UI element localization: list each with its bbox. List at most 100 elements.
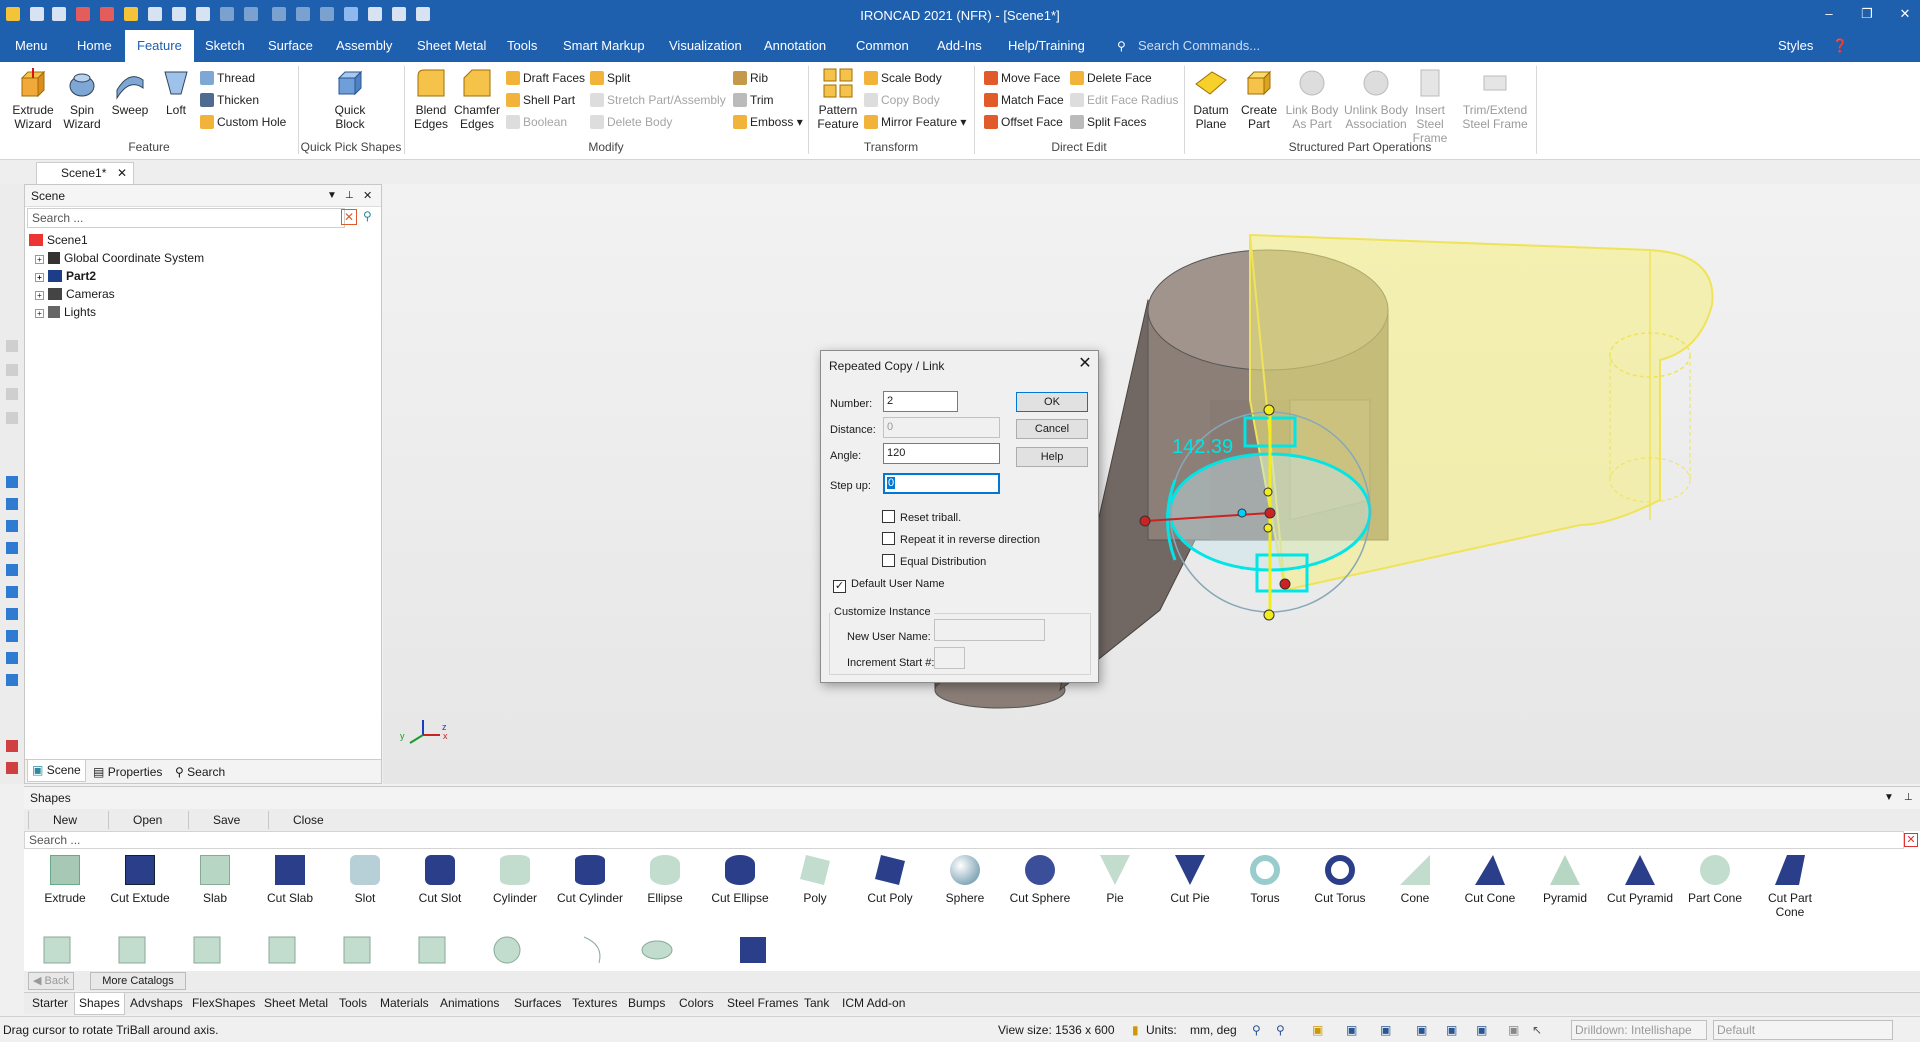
clear-search-icon[interactable]: ✕ (1904, 833, 1918, 847)
clear-search-icon[interactable]: ✕ (341, 209, 357, 225)
units-value[interactable]: mm, deg (1190, 1023, 1237, 1037)
tab-smart-markup[interactable]: Smart Markup (561, 30, 647, 62)
trim-button[interactable]: Trim (733, 91, 774, 109)
tab-help-training[interactable]: Help/Training (1006, 30, 1087, 62)
default-user-name-checkbox[interactable]: ✓ Default User Name (833, 577, 945, 593)
close-tab-icon[interactable]: ✕ (117, 163, 127, 183)
create-part-button[interactable]: Create Part (1236, 66, 1282, 131)
shape-cut-torus[interactable]: Cut Torus (1302, 855, 1378, 905)
loft-button[interactable]: Loft (154, 66, 198, 117)
cube-icon[interactable]: ▣ (1476, 1023, 1487, 1037)
emboss-button[interactable]: Emboss ▾ (733, 113, 803, 131)
number-field[interactable]: 2 (883, 391, 958, 412)
catalog-tab-textures[interactable]: Textures (572, 996, 617, 1010)
catalog-tab-tools[interactable]: Tools (339, 996, 367, 1010)
new-catalog-button[interactable]: New (28, 811, 92, 829)
angle-field[interactable]: 120 (883, 443, 1000, 464)
scale-body-button[interactable]: Scale Body (864, 69, 942, 87)
more-catalogs-button[interactable]: More Catalogs (90, 972, 186, 990)
catalog-tab-steel-frames[interactable]: Steel Frames (727, 996, 798, 1010)
close-catalog-button[interactable]: Close (268, 811, 332, 829)
default-select[interactable]: Default (1713, 1020, 1893, 1040)
catalog-tab-tank[interactable]: Tank (804, 996, 829, 1010)
close-icon[interactable]: ✕ (363, 185, 372, 207)
shape-cut-ellipse[interactable]: Cut Ellipse (702, 855, 778, 905)
tree-root-scene[interactable]: Scene1 (29, 231, 88, 249)
expand-icon[interactable]: + (35, 309, 44, 318)
zoom-icon[interactable]: ⚲ (1252, 1023, 1261, 1037)
shape-cut-extude[interactable]: Cut Extude (102, 855, 178, 905)
rib-button[interactable]: Rib (733, 69, 768, 87)
tool-icon[interactable]: ▣ (1508, 1023, 1519, 1037)
distance-field[interactable]: 0 (883, 417, 1000, 438)
dropdown-icon[interactable]: ▼ (327, 185, 337, 207)
shape-ellipse[interactable]: Ellipse (627, 855, 703, 905)
tab-properties[interactable]: ▤ Properties (93, 763, 162, 781)
shape-slab[interactable]: Slab (177, 855, 253, 905)
mirror-feature-button[interactable]: Mirror Feature ▾ (864, 113, 966, 131)
tab-tools[interactable]: Tools (505, 30, 539, 62)
scene-search-input[interactable]: Search ... (27, 208, 345, 228)
tab-search[interactable]: ⚲ Search (175, 763, 225, 781)
render-icon[interactable]: ▣ (1346, 1023, 1357, 1037)
back-button[interactable]: ◀ Back (28, 972, 74, 990)
stretch-button[interactable]: Stretch Part/Assembly (590, 91, 726, 109)
blend-edges-button[interactable]: Blend Edges (408, 66, 454, 131)
shape-cut-pie[interactable]: Cut Pie (1152, 855, 1228, 905)
open-catalog-button[interactable]: Open (108, 811, 172, 829)
pin-icon[interactable]: ⊥ (345, 185, 354, 207)
shape-sphere[interactable]: Sphere (927, 855, 1003, 905)
expand-icon[interactable]: + (35, 291, 44, 300)
quick-block-button[interactable]: Quick Block (320, 66, 380, 131)
trim-extend-steel-button[interactable]: Trim/Extend Steel Frame (1460, 66, 1530, 131)
camera-icon[interactable]: ▣ (1416, 1023, 1427, 1037)
delete-body-button[interactable]: Delete Body (590, 113, 672, 131)
insert-steel-frame-button[interactable]: Insert Steel Frame (1402, 66, 1458, 145)
document-tab-scene1[interactable]: Scene1* ✕ (36, 162, 134, 184)
3d-viewport[interactable]: 142.39 z x y (383, 184, 1920, 784)
match-face-button[interactable]: Match Face (984, 91, 1064, 109)
dialog-close-icon[interactable]: ✕ (1075, 354, 1095, 374)
help-icon[interactable]: ❓ (1830, 30, 1850, 62)
tab-surface[interactable]: Surface (266, 30, 315, 62)
shape-cut-sphere[interactable]: Cut Sphere (1002, 855, 1078, 905)
tree-item-cameras[interactable]: + Cameras (35, 285, 115, 303)
shapes-search-input[interactable]: Search ... (24, 831, 1904, 849)
extrude-wizard-button[interactable]: Extrude Wizard (8, 66, 58, 131)
catalog-tab-animations[interactable]: Animations (440, 996, 499, 1010)
thread-button[interactable]: Thread (200, 69, 255, 87)
dimension-label[interactable]: 142.39 (1172, 436, 1233, 459)
tree-item-lights[interactable]: + Lights (35, 303, 96, 321)
help-button[interactable]: Help (1016, 447, 1088, 467)
catalog-tab-bumps[interactable]: Bumps (628, 996, 665, 1010)
shape-pie[interactable]: Pie (1077, 855, 1153, 905)
shape-cut-cylinder[interactable]: Cut Cylinder (552, 855, 628, 905)
catalog-tab-materials[interactable]: Materials (380, 996, 429, 1010)
ok-button[interactable]: OK (1016, 392, 1088, 412)
catalog-tab-surfaces[interactable]: Surfaces (514, 996, 561, 1010)
tab-home[interactable]: Home (75, 30, 114, 62)
tab-sketch[interactable]: Sketch (203, 30, 247, 62)
catalog-tab-shapes[interactable]: Shapes (74, 993, 125, 1015)
minimize-button[interactable]: – (1818, 4, 1840, 24)
edit-face-radius-button[interactable]: Edit Face Radius (1070, 91, 1178, 109)
draft-faces-button[interactable]: Draft Faces (506, 69, 585, 87)
expand-icon[interactable]: + (35, 273, 44, 282)
tab-annotation[interactable]: Annotation (762, 30, 828, 62)
split-button[interactable]: Split (590, 69, 630, 87)
chamfer-edges-button[interactable]: Chamfer Edges (454, 66, 500, 131)
tab-assembly[interactable]: Assembly (334, 30, 394, 62)
expand-icon[interactable]: + (35, 255, 44, 264)
equal-distribution-checkbox[interactable]: Equal Distribution (882, 554, 986, 568)
sweep-button[interactable]: Sweep (108, 66, 152, 117)
shape-cylinder[interactable]: Cylinder (477, 855, 553, 905)
pattern-feature-button[interactable]: Pattern Feature (812, 66, 864, 131)
tab-menu[interactable]: Menu (13, 30, 50, 62)
tab-visualization[interactable]: Visualization (667, 30, 744, 62)
step-up-field[interactable]: 0 (883, 473, 1000, 494)
delete-face-button[interactable]: Delete Face (1070, 69, 1152, 87)
catalog-tab-icm-add-on[interactable]: ICM Add-on (842, 996, 905, 1010)
datum-plane-button[interactable]: Datum Plane (1188, 66, 1234, 131)
shape-cut-pyramid[interactable]: Cut Pyramid (1602, 855, 1678, 905)
tab-sheet-metal[interactable]: Sheet Metal (415, 30, 488, 62)
